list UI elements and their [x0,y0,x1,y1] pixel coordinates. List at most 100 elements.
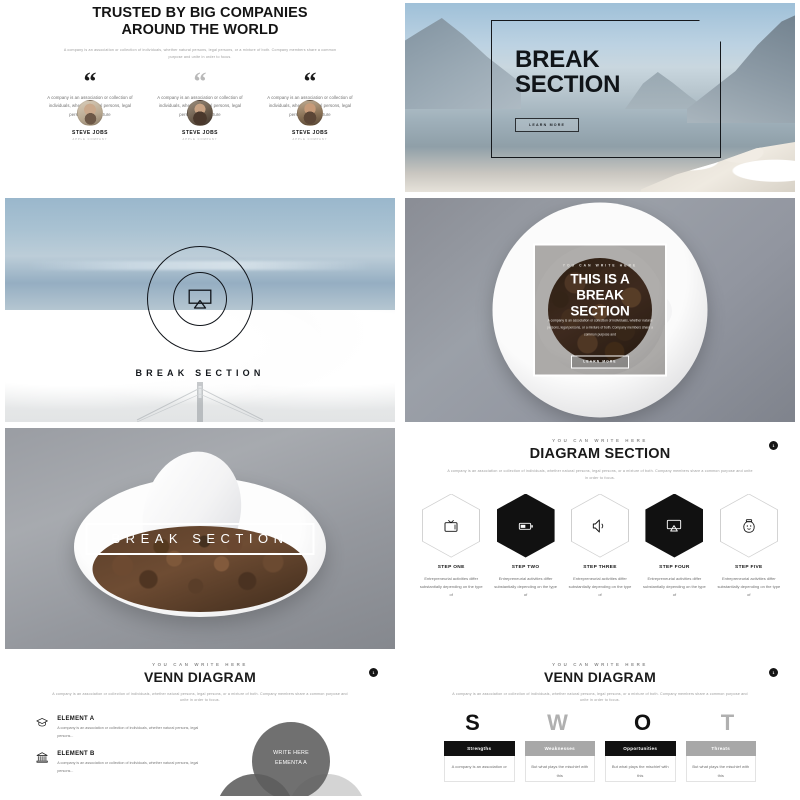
avatar [187,100,213,127]
battery-icon [518,522,533,530]
break-title-line-2: BREAK [576,287,624,303]
slide-testimonials[interactable]: TRUSTED BY BIG COMPANIES AROUND THE WORL… [0,0,400,195]
step-title: STEP THREE [583,564,617,570]
break-title: BREAK SECTION [515,47,620,98]
venn-label-a-line1: WRITE HERE [273,750,309,756]
hexagon-shape [496,493,555,558]
slide-break-coffee-cup[interactable]: YOU CAN WRITE HERE THIS IS A BREAK SECTI… [400,195,800,425]
break-title-line-2: SECTION [515,71,621,99]
element-list: ELEMENT A A company is an association or… [6,716,206,787]
testimonial-role: APPLE COMPANY [292,137,328,141]
swot-header: Opportunities [605,740,676,756]
step-item[interactable]: STEP FIVE Entrepreneurial activities dif… [714,493,784,600]
swot-body: But what plays the mischief with this [605,755,676,782]
intro-paragraph: A company is an association or collectio… [63,48,337,59]
swot-letter-o: O [633,709,652,735]
slide-number-badge: 1 [769,668,778,677]
testimonial-name: STEVE JOBS [72,130,108,137]
airplay-icon [188,289,212,309]
testimonial-card[interactable]: “ A company is an association or collect… [38,66,142,141]
learn-more-button[interactable]: LEARN MORE [515,118,580,132]
step-description: Entrepreneurial activities differ substa… [717,575,781,598]
element-item[interactable]: ELEMENT A A company is an association or… [36,716,206,741]
page-title: DIAGRAM SECTION [529,446,671,462]
intro-paragraph: A company is an association or collectio… [52,691,348,703]
hexagon-shape [571,493,629,558]
step-title: STEP TWO [511,564,540,570]
element-title: ELEMENT B [57,751,95,758]
step-title: STEP FIVE [735,564,763,570]
break-title: THIS IS A BREAK SECTION [535,272,665,320]
slide-venn-diagram[interactable]: 1 YOU CAN WRITE HERE VENN DIAGRAM A comp… [0,652,400,800]
quote-icon: “ [303,66,317,96]
white-frame: BREAK SECTION [85,522,315,555]
testimonial-name: STEVE JOBS [182,130,218,137]
testimonial-role: APPLE COMPANY [72,137,108,141]
learn-more-button[interactable]: LEARN MORE [571,355,629,368]
slide-swot-analysis[interactable]: 1 YOU CAN WRITE HERE VENN DIAGRAM A comp… [400,652,800,800]
quote-icon: “ [193,66,207,96]
slide-deck: TRUSTED BY BIG COMPANIES AROUND THE WORL… [0,0,800,800]
venn-label-a-line2: EEMENTA A [275,760,307,766]
venn-diagram-graphic: WRITE HERE EEMENTA A WRITE HERE EEMENTA … [206,722,376,796]
break-title-line-1: BREAK [515,46,600,73]
slide-diagram-section[interactable]: 1 YOU CAN WRITE HERE DIAGRAM SECTION A c… [400,425,800,652]
step-list: STEP ONE Entrepreneurial activities diff… [406,493,794,600]
slide-break-lake[interactable]: BREAK SECTION LEARN MORE [400,0,800,195]
testimonial-name: STEVE JOBS [292,130,328,137]
swot-letters: S W O T [406,709,794,735]
title-line-1: TRUSTED BY BIG COMPANIES [92,5,308,21]
bridge-silhouette [136,382,264,422]
testimonial-card[interactable]: “ A company is an association or collect… [148,66,252,141]
swot-column-threats[interactable]: Threats But what plays the mischief with… [685,740,756,782]
inner-circle [173,272,227,326]
bank-icon [36,752,48,764]
slide-break-spilled-beans[interactable]: BREAK SECTION [0,425,400,652]
airplay-icon [667,519,682,531]
step-description: Entrepreneurial activities differ substa… [419,575,483,598]
slide-number-badge: 1 [369,668,378,677]
eyebrow-label: YOU CAN WRITE HERE [552,662,648,667]
step-title: STEP ONE [437,564,465,570]
swot-letter-t: T [720,709,735,735]
avatar [77,100,103,127]
break-section-label: BREAK SECTION [111,531,289,546]
element-item[interactable]: ELEMENT B A company is an association or… [36,751,206,776]
eyebrow-label: YOU CAN WRITE HERE [552,438,648,443]
swot-column-opportunities[interactable]: Opportunities But what plays the mischie… [605,740,676,782]
break-title-line-1: THIS IS A [570,271,630,287]
step-item[interactable]: STEP THREE Entrepreneurial activities di… [565,493,635,600]
hexagon-shape [719,493,778,558]
step-title: STEP FOUR [659,564,690,570]
break-section-label: BREAK SECTION [135,368,265,378]
swot-column-weaknesses[interactable]: Weaknesses But what plays the mischief w… [524,740,595,782]
step-description: Entrepreneurial activities differ substa… [568,575,632,598]
slide-break-clouds[interactable]: BREAK SECTION [0,195,400,425]
testimonial-card[interactable]: “ A company is an association or collect… [258,66,362,141]
hexagon-shape [645,493,704,558]
break-paragraph: A company is an association or collectio… [547,318,653,337]
step-item[interactable]: STEP FOUR Entrepreneurial activities dif… [639,493,709,600]
volume-icon [592,519,604,532]
tv-icon [444,519,458,532]
eyebrow-label: YOU CAN WRITE HERE [152,662,248,667]
swot-column-strengths[interactable]: Strengths A company is an association or [444,740,515,782]
step-item[interactable]: STEP TWO Entrepreneurial activities diff… [490,493,560,600]
swot-letter-s: S [465,709,480,735]
eyebrow-label: YOU CAN WRITE HERE [562,263,638,268]
swot-header: Weaknesses [524,740,595,756]
swot-header: Strengths [444,740,515,756]
step-item[interactable]: STEP ONE Entrepreneurial activities diff… [416,493,486,600]
quote-icon: “ [83,66,97,96]
testimonial-list: “ A company is an association or collect… [32,66,368,141]
testimonial-role: APPLE COMPANY [182,137,218,141]
avatar [297,100,323,127]
venn-label-a: WRITE HERE EEMENTA A [252,748,330,768]
slide-number-badge: 1 [769,441,778,450]
page-title: VENN DIAGRAM [143,669,257,685]
swot-body: But what plays the mischief with this [685,755,756,782]
page-title: TRUSTED BY BIG COMPANIES AROUND THE WORL… [32,5,368,39]
intro-paragraph: A company is an association or collectio… [447,469,753,480]
swot-body: A company is an association or [444,755,515,782]
hexagon-shape [422,493,481,558]
